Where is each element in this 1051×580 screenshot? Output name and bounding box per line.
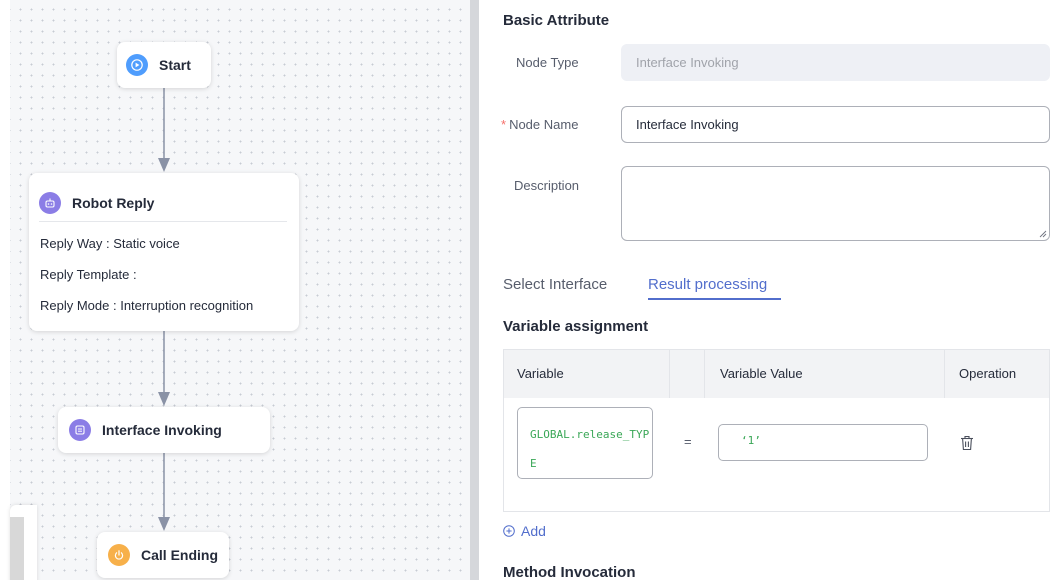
arrow-head-interface xyxy=(158,392,170,406)
robot-reply-way: Reply Way : Static voice xyxy=(40,236,180,251)
properties-panel: Basic Attribute Node Type Interface Invo… xyxy=(479,0,1051,580)
column-header-operation: Operation xyxy=(959,366,1017,381)
variable-cell-input[interactable]: GLOBAL.release_TYPE xyxy=(517,407,653,479)
node-name-label-text: Node Name xyxy=(509,117,579,132)
arrow-head-robot xyxy=(158,158,170,172)
call-ending-node-label: Call Ending xyxy=(141,547,218,563)
column-divider xyxy=(944,350,945,398)
resize-grip-icon[interactable] xyxy=(1039,230,1047,238)
canvas-minimap-panel[interactable] xyxy=(10,505,37,580)
node-type-label: Node Type xyxy=(516,55,579,70)
interface-icon xyxy=(69,419,91,441)
column-header-variable: Variable xyxy=(517,366,564,381)
add-variable-label: Add xyxy=(521,523,546,539)
basic-attribute-title: Basic Attribute xyxy=(503,12,610,29)
column-divider xyxy=(704,350,705,398)
plus-circle-icon xyxy=(503,525,515,537)
description-textarea[interactable] xyxy=(621,166,1050,241)
power-icon xyxy=(108,544,130,566)
active-tab-indicator xyxy=(648,298,781,300)
play-icon xyxy=(126,54,148,76)
node-type-value: Interface Invoking xyxy=(636,55,739,70)
variable-assignment-title: Variable assignment xyxy=(503,318,649,335)
robot-reply-mode: Reply Mode : Interruption recognition xyxy=(40,298,254,313)
variable-table-header: Variable Variable Value Operation xyxy=(504,350,1049,398)
arrow-head-ending xyxy=(158,517,170,531)
start-node-label: Start xyxy=(159,57,191,73)
robot-icon xyxy=(39,192,61,214)
add-variable-button[interactable]: Add xyxy=(503,523,546,539)
variable-value-input[interactable]: ‘1’ xyxy=(718,424,928,461)
required-mark: * xyxy=(501,117,507,132)
robot-reply-node[interactable]: Robot Reply Reply Way : Static voice Rep… xyxy=(29,173,299,331)
delete-row-icon[interactable] xyxy=(960,435,974,451)
call-ending-node[interactable]: Call Ending xyxy=(97,532,229,578)
flow-canvas[interactable]: Start Robot Reply Reply Way : Static voi… xyxy=(0,0,470,580)
node-name-label: * Node Name xyxy=(501,117,578,132)
panel-splitter[interactable] xyxy=(470,0,479,580)
robot-reply-template: Reply Template : xyxy=(40,267,137,282)
interface-invoking-node-label: Interface Invoking xyxy=(102,422,222,438)
column-header-variable-value: Variable Value xyxy=(720,366,803,381)
minimap-handle[interactable] xyxy=(10,517,24,580)
robot-reply-node-label: Robot Reply xyxy=(72,195,155,211)
tab-result-processing[interactable]: Result processing xyxy=(648,276,767,293)
column-divider xyxy=(669,350,670,398)
node-name-value: Interface Invoking xyxy=(636,117,739,132)
description-label: Description xyxy=(514,178,580,193)
method-invocation-title: Method Invocation xyxy=(503,564,636,580)
node-type-field: Interface Invoking xyxy=(621,44,1050,81)
node-name-input[interactable]: Interface Invoking xyxy=(621,106,1050,143)
interface-invoking-node[interactable]: Interface Invoking xyxy=(58,407,270,453)
variable-table: Variable Variable Value Operation GLOBAL… xyxy=(503,349,1050,512)
start-node[interactable]: Start xyxy=(117,42,211,88)
tab-select-interface[interactable]: Select Interface xyxy=(503,276,607,293)
assignment-operator: = xyxy=(684,434,692,449)
